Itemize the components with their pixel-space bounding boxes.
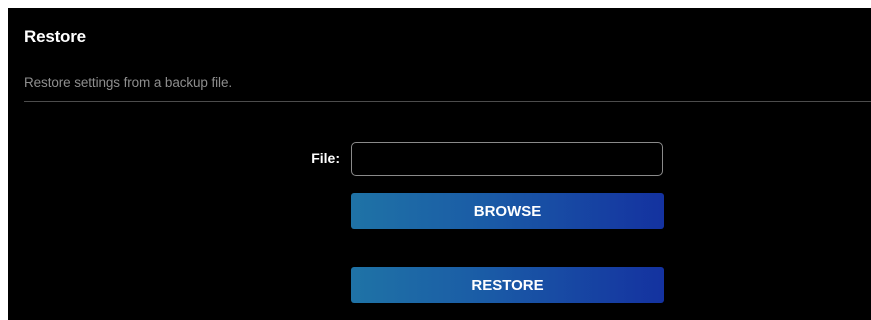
restore-panel: Restore Restore settings from a backup f… — [8, 8, 871, 320]
restore-button[interactable]: RESTORE — [351, 267, 664, 303]
section-description: Restore settings from a backup file. — [24, 75, 232, 90]
section-divider — [24, 101, 871, 102]
file-label: File: — [311, 150, 340, 166]
browse-button[interactable]: BROWSE — [351, 193, 664, 229]
file-path-input[interactable] — [351, 142, 663, 176]
section-title: Restore — [24, 27, 86, 46]
